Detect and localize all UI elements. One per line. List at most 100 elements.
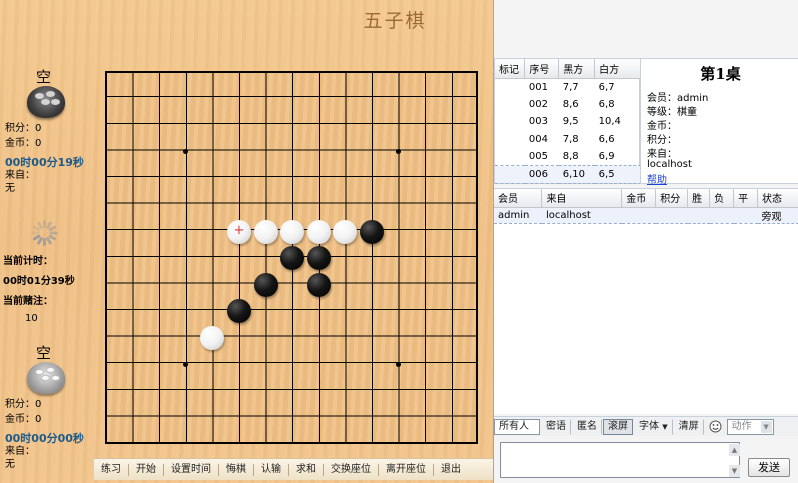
move-cell: 6,8 — [598, 98, 615, 110]
member-list-column-header[interactable]: 金币 — [621, 189, 657, 208]
toolbar-button[interactable]: 设置时间 — [164, 463, 219, 476]
action-select[interactable]: 动作 ▼ — [726, 418, 774, 435]
move-cell — [495, 131, 525, 149]
player-white-panel: 空 积分：0 金币：0 00时00分00秒 来自： 无 — [0, 342, 92, 474]
player-black-from-label: 来自： — [5, 170, 35, 181]
move-list-column-header[interactable]: 序号 — [524, 59, 560, 79]
emoticon-icon[interactable] — [705, 419, 726, 435]
scroll-down-icon[interactable]: ▼ — [729, 465, 740, 477]
toolbar-button[interactable]: 离开座位 — [379, 463, 434, 476]
member-cell: admin — [494, 207, 542, 224]
member-list-column-header[interactable]: 平 — [733, 189, 759, 208]
table-info-line: 会员：admin — [647, 93, 709, 104]
move-cell — [495, 165, 525, 184]
move-cell — [495, 78, 525, 96]
move-row[interactable]: 003 9,5 10,4 — [495, 113, 641, 131]
member-list: 会员 来自 金币 积分胜负平状态 admin localhost 旁观 — [494, 188, 798, 414]
table-info-line: 金币： — [647, 121, 677, 132]
chat-target-select[interactable]: 所有人 — [494, 418, 540, 435]
gomoku-board[interactable]: + — [105, 71, 478, 444]
move-cell: 7,7 — [562, 81, 579, 93]
move-cell — [495, 96, 525, 114]
move-cell: 001 — [528, 81, 548, 93]
move-row[interactable]: 004 7,8 6,6 — [495, 131, 641, 149]
member-cell — [655, 207, 688, 224]
black-stone — [227, 299, 251, 324]
move-cell: 6,10 — [558, 165, 595, 184]
move-row[interactable]: 005 8,8 6,9 — [495, 148, 641, 166]
member-row[interactable]: admin localhost 旁观 — [494, 207, 798, 224]
player-black-panel: 空 积分：0 金币：0 00时00分19秒 来自： 无 — [0, 66, 92, 196]
move-cell: 10,4 — [598, 116, 621, 128]
player-white-score: 积分：0 — [5, 399, 42, 410]
toolbar-button[interactable]: 开始 — [129, 463, 164, 476]
black-stone — [253, 272, 278, 297]
player-black-from-value: 无 — [5, 183, 15, 194]
move-list-column-header[interactable]: 标记 — [495, 59, 526, 79]
player-white-coins: 金币：0 — [5, 414, 42, 425]
current-bet-value: 10 — [25, 313, 38, 324]
move-row[interactable]: 001 7,7 6,7 — [495, 78, 641, 96]
autoscroll-toggle[interactable]: 滚屏 — [603, 418, 633, 435]
dropdown-arrow-icon: ▼ — [662, 422, 668, 431]
current-timer-value: 00时01分39秒 — [3, 276, 75, 287]
scroll-up-icon[interactable]: ▲ — [729, 444, 740, 456]
send-button[interactable]: 发送 — [748, 458, 790, 477]
action-select-label: 动作 — [731, 420, 752, 432]
white-stone — [333, 219, 358, 244]
table-info-line: localhost — [647, 159, 692, 170]
last-move-marker-icon: + — [233, 222, 245, 238]
member-list-column-header[interactable]: 负 — [709, 189, 735, 208]
white-stone: + — [227, 219, 251, 244]
black-stone-bowl-icon — [27, 86, 65, 118]
toolbar-button[interactable]: 悔棋 — [219, 463, 254, 476]
member-list-column-header[interactable]: 积分 — [655, 189, 689, 208]
font-menu-button[interactable]: 字体 ▼ — [634, 418, 673, 435]
member-list-column-header[interactable]: 状态 — [757, 189, 798, 208]
current-bet-label: 当前赌注： — [3, 296, 53, 307]
star-point — [183, 362, 189, 368]
font-menu-label: 字体 — [639, 420, 659, 432]
player-white-from-value: 无 — [5, 459, 15, 470]
move-cell: 8,6 — [562, 98, 579, 110]
move-row[interactable]: 006 6,10 6,5 — [495, 165, 641, 184]
table-title: 第1桌 — [700, 65, 741, 83]
whisper-button[interactable]: 密语 — [541, 418, 571, 435]
move-cell: 6,9 — [598, 151, 615, 162]
star-point — [183, 149, 189, 155]
game-toolbar: 练习 开始 设置时间 悔棋 认输 求和 交换座位 离开座位 退出 — [94, 458, 493, 480]
member-cell — [621, 207, 656, 224]
player-black-time: 00时00分19秒 — [5, 156, 84, 169]
toolbar-button[interactable]: 求和 — [289, 463, 324, 476]
member-cell — [687, 207, 710, 224]
chat-message-input[interactable]: ▲ ▼ — [500, 442, 740, 478]
table-info-panel: 第1桌 会员：admin 等级：棋童 金币： 积分： 来自： localhost… — [640, 58, 798, 186]
move-row[interactable]: 002 8,6 6,8 — [495, 96, 641, 114]
member-list-column-header[interactable]: 会员 — [494, 189, 543, 208]
anonymous-button[interactable]: 匿名 — [572, 418, 602, 435]
toolbar-button[interactable]: 交换座位 — [324, 463, 379, 476]
star-point — [396, 149, 402, 155]
member-cell: localhost — [541, 207, 622, 224]
player-black-score: 积分：0 — [5, 123, 42, 134]
chat-toolbar: 所有人 密语 匿名 滚屏 字体 ▼ 清屏 动作 ▼ — [494, 416, 798, 436]
black-stone — [280, 246, 305, 271]
move-cell: 004 — [528, 133, 548, 145]
member-list-column-header[interactable]: 胜 — [687, 189, 711, 208]
toolbar-button[interactable]: 认输 — [254, 463, 289, 476]
player-white-from-label: 来自： — [5, 446, 35, 457]
move-list: 标记 序号 黑方 白方 001 7,7 6,7 002 8,6 6,8 003 9,5 10,4 004… — [494, 58, 641, 184]
move-cell: 9,5 — [562, 116, 579, 128]
move-cell: 8,8 — [562, 151, 579, 162]
move-list-column-header[interactable]: 黑方 — [558, 59, 596, 79]
star-point — [396, 362, 402, 368]
help-link[interactable]: 帮助 — [647, 171, 667, 186]
clear-screen-button[interactable]: 清屏 — [674, 418, 704, 435]
player-black-coins: 金币：0 — [5, 138, 42, 149]
member-list-column-header[interactable]: 来自 — [541, 189, 623, 208]
toolbar-button[interactable]: 退出 — [434, 464, 468, 476]
move-cell: 003 — [528, 116, 548, 128]
move-cell — [495, 113, 525, 131]
move-list-column-header[interactable]: 白方 — [594, 59, 641, 79]
toolbar-button[interactable]: 练习 — [94, 463, 129, 476]
